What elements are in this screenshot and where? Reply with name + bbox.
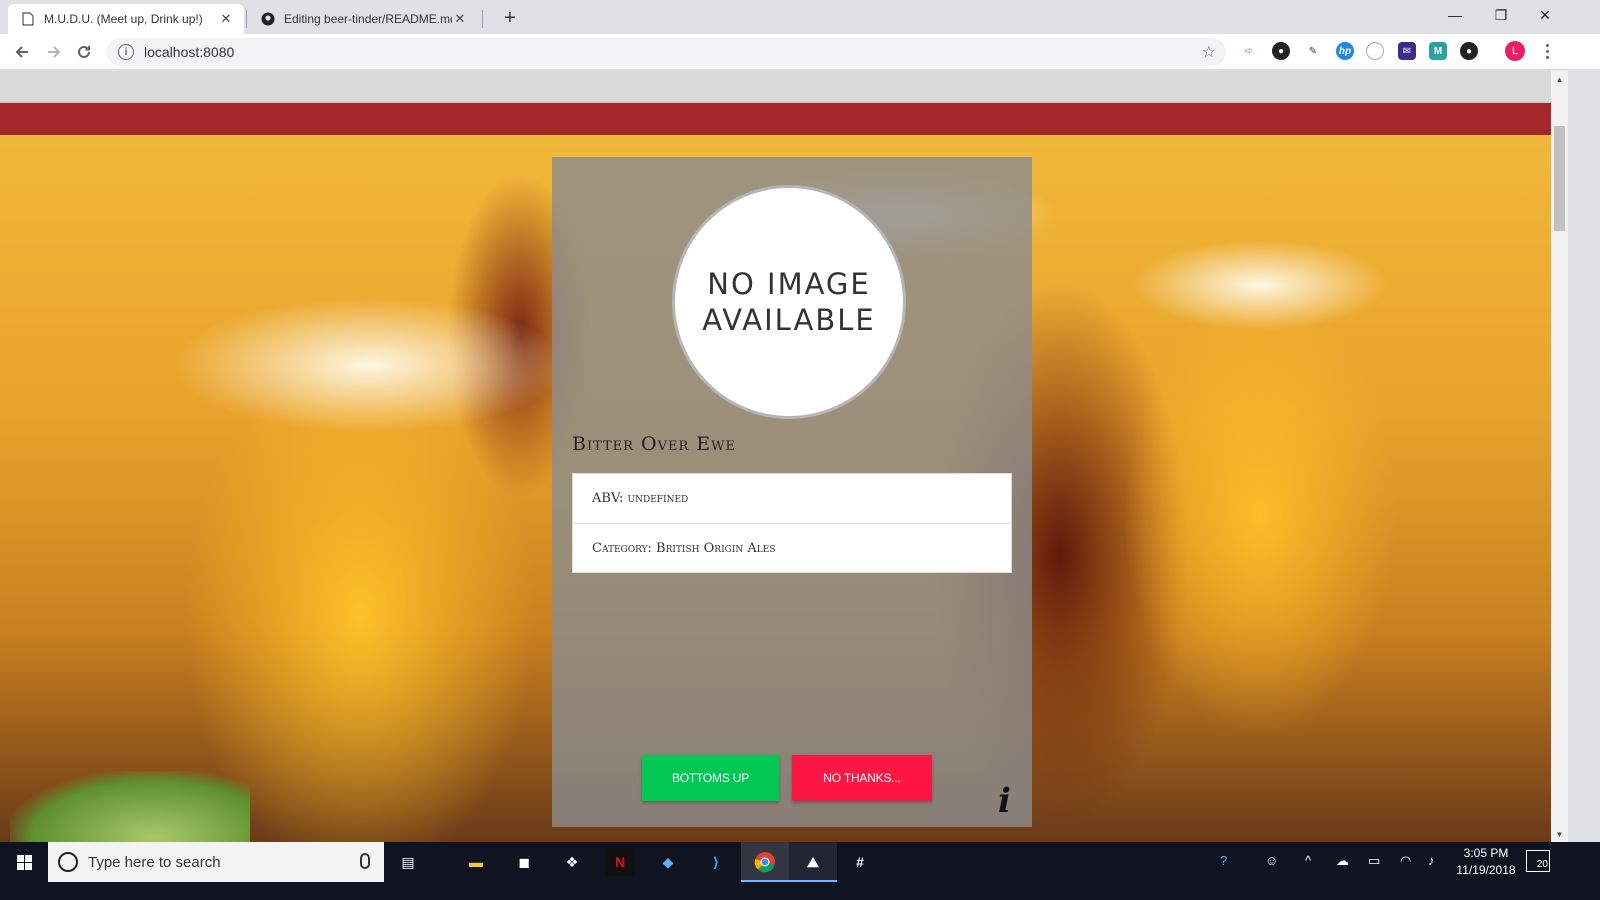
page-icon — [20, 11, 36, 27]
eyedropper-icon[interactable]: ✎ — [1304, 42, 1322, 60]
netflix-icon[interactable]: N — [606, 848, 634, 876]
site-info-icon[interactable]: i — [118, 44, 134, 60]
arrow-left-icon — [15, 46, 28, 58]
show-hidden-icons-icon[interactable]: ^ — [1305, 853, 1311, 868]
browser-toolbar: i localhost:8080 ☆ — [0, 34, 1600, 70]
restore-button[interactable]: ❐ — [1478, 0, 1524, 30]
m-ext-icon[interactable]: M — [1429, 42, 1447, 60]
beer-name: Bitter Over Ewe — [572, 433, 737, 455]
page-viewport: NO IMAGE AVAILABLE Bitter Over Ewe ABV: … — [0, 71, 1551, 842]
volume-icon[interactable]: ♪ — [1428, 853, 1435, 868]
chrome-icon[interactable] — [751, 848, 779, 876]
close-window-button[interactable]: ✕ — [1522, 0, 1568, 30]
sourcetree-icon[interactable]: ◆ — [654, 848, 682, 876]
tab-divider — [482, 10, 483, 28]
clock-time: 3:05 PM — [1463, 846, 1509, 860]
reload-button[interactable] — [70, 38, 98, 66]
hops-decoration — [10, 771, 250, 842]
mail-ext-icon[interactable]: ✉ — [1398, 42, 1416, 60]
clock-date: 11/19/2018 — [1456, 863, 1516, 877]
reload-icon — [78, 45, 90, 58]
info-icon[interactable]: i — [998, 781, 1011, 821]
notification-count: 20 — [1536, 859, 1548, 870]
dropbox-icon[interactable]: ❖ — [558, 848, 586, 876]
beer-image-placeholder: NO IMAGE AVAILABLE — [672, 185, 906, 419]
abv-item: ABV: undefined — [592, 491, 689, 506]
github-icon — [260, 11, 276, 27]
circle-ext-icon[interactable] — [1366, 42, 1384, 60]
category-item: Category: British Origin Ales — [573, 523, 1011, 572]
page-scrollbar[interactable]: ▲ ▼ — [1551, 71, 1568, 842]
close-tab-icon[interactable]: ✕ — [218, 11, 234, 27]
task-view-icon[interactable]: ▤ — [394, 848, 422, 876]
bottoms-up-button[interactable]: BOTTOMS UP — [642, 755, 779, 801]
placeholder-line-1: NO IMAGE — [707, 266, 871, 301]
people-icon[interactable]: ☺ — [1265, 853, 1278, 868]
minimize-button[interactable]: — — [1432, 0, 1478, 30]
onedrive-icon[interactable]: ☁ — [1336, 853, 1349, 869]
close-tab-icon[interactable]: ✕ — [452, 11, 468, 27]
placeholder-line-2: AVAILABLE — [702, 303, 876, 337]
microphone-icon[interactable] — [360, 853, 370, 869]
slack-icon[interactable]: # — [846, 848, 874, 876]
windows-start-icon[interactable] — [0, 842, 48, 882]
tab-github-readme[interactable]: Editing beer-tinder/README.md ✕ — [248, 4, 478, 34]
browser-menu-icon[interactable] — [1540, 38, 1554, 64]
scroll-up-icon[interactable]: ▲ — [1551, 71, 1568, 87]
scroll-down-icon[interactable]: ▼ — [1551, 826, 1568, 842]
photos-icon[interactable]: ⛰ — [799, 848, 827, 876]
search-placeholder: Type here to search — [88, 853, 221, 871]
battery-icon[interactable]: ▭ — [1368, 853, 1380, 869]
url-text: localhost:8080 — [144, 44, 235, 60]
arrow-right-icon — [48, 46, 61, 58]
tab-mudu[interactable]: M.U.D.U. (Meet up, Drink up!) ✕ — [8, 4, 244, 34]
tab-strip: M.U.D.U. (Meet up, Drink up!) ✕ Editing … — [0, 0, 1600, 34]
back-button[interactable] — [8, 38, 36, 66]
help-icon[interactable]: ? — [1220, 853, 1227, 868]
file-explorer-icon[interactable]: ▬ — [462, 848, 490, 876]
top-nav-bar — [0, 71, 1551, 103]
windows-taskbar: Type here to search ▤ ▬ ◼ ❖ N ◆ ⟩ ⛰ # ? … — [0, 842, 1600, 900]
new-tab-button[interactable]: + — [498, 6, 522, 30]
hp-icon[interactable]: hp — [1336, 42, 1354, 60]
tab-title: Editing beer-tinder/README.md — [284, 12, 452, 26]
no-thanks-button[interactable]: NO THANKS... — [792, 755, 932, 801]
header-banner — [0, 103, 1551, 135]
profile-avatar[interactable]: L — [1505, 41, 1525, 61]
notification-center-icon[interactable]: 20 — [1526, 850, 1550, 872]
forward-button[interactable] — [40, 38, 68, 66]
wifi-icon[interactable]: ◠ — [1400, 853, 1411, 869]
color-picker-icon[interactable]: ● — [1272, 42, 1290, 60]
scroll-thumb[interactable] — [1554, 126, 1565, 231]
tab-divider — [246, 10, 247, 28]
beer-card: NO IMAGE AVAILABLE Bitter Over Ewe ABV: … — [552, 157, 1032, 827]
store-icon[interactable]: ◼ — [510, 848, 538, 876]
beer-details-list: ABV: undefined Category: British Origin … — [572, 473, 1012, 573]
dark-ext-icon[interactable]: ● — [1460, 42, 1478, 60]
cortana-icon — [58, 852, 78, 872]
vscode-icon[interactable]: ⟩ — [702, 848, 730, 876]
system-clock[interactable]: 3:05 PM 11/19/2018 — [1448, 845, 1524, 879]
tab-title: M.U.D.U. (Meet up, Drink up!) — [44, 12, 203, 26]
bookmark-star-icon[interactable]: ☆ — [1202, 42, 1216, 62]
address-bar[interactable]: i localhost:8080 ☆ — [106, 38, 1226, 66]
taskbar-search-input[interactable]: Type here to search — [48, 842, 384, 882]
cast-icon[interactable]: ➪ — [1240, 42, 1258, 60]
